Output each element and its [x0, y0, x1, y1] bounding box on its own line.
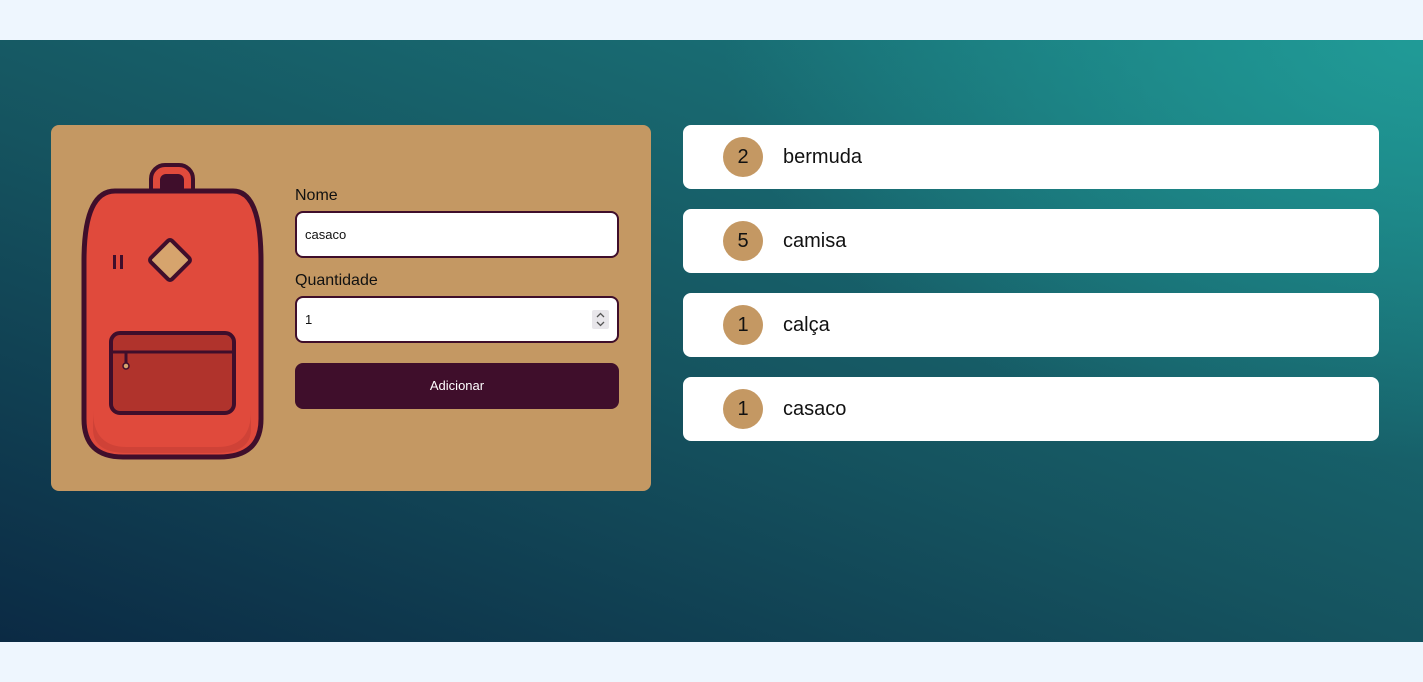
- list-item[interactable]: 2 bermuda: [683, 125, 1379, 189]
- item-name: calça: [783, 314, 830, 336]
- top-band: [0, 0, 1423, 40]
- item-list: 2 bermuda 5 camisa 1 calça 1 casaco: [683, 125, 1379, 461]
- main-area: Nome casaco Quantidade 1 Adicionar 2 ber…: [0, 40, 1423, 642]
- number-stepper-icon[interactable]: [592, 310, 609, 329]
- add-item-form: Nome casaco Quantidade 1 Adicionar: [295, 187, 619, 409]
- list-item[interactable]: 1 casaco: [683, 377, 1379, 441]
- bottom-band: [0, 642, 1423, 682]
- item-name: bermuda: [783, 146, 862, 168]
- name-input-value: casaco: [305, 227, 347, 242]
- quantity-input-value: 1: [305, 312, 313, 327]
- list-item[interactable]: 5 camisa: [683, 209, 1379, 273]
- quantity-badge: 2: [723, 137, 763, 177]
- list-item[interactable]: 1 calça: [683, 293, 1379, 357]
- item-name: camisa: [783, 230, 847, 252]
- add-button[interactable]: Adicionar: [295, 363, 619, 409]
- quantity-badge: 1: [723, 389, 763, 429]
- item-name: casaco: [783, 398, 847, 420]
- quantity-badge: 5: [723, 221, 763, 261]
- add-item-card: Nome casaco Quantidade 1 Adicionar: [51, 125, 651, 491]
- name-input[interactable]: casaco: [295, 211, 619, 258]
- quantity-badge: 1: [723, 305, 763, 345]
- name-label: Nome: [295, 187, 338, 204]
- backpack-icon: [79, 161, 269, 463]
- quantity-input[interactable]: 1: [295, 296, 619, 343]
- quantity-label: Quantidade: [295, 272, 378, 289]
